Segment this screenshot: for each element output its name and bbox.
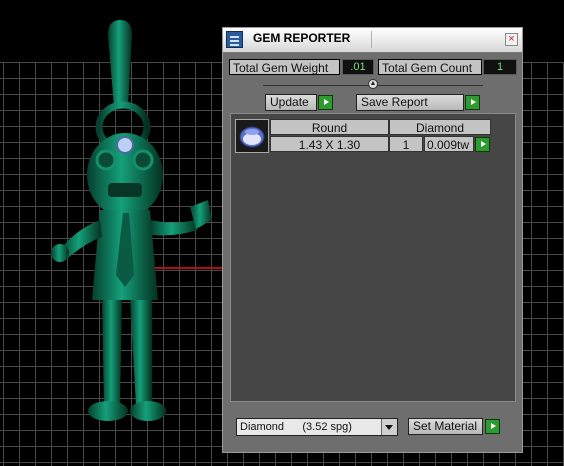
- play-arrow-icon[interactable]: [318, 95, 333, 110]
- gem-size: 1.43 X 1.30: [270, 136, 389, 152]
- total-gem-weight-label: Total Gem Weight: [229, 59, 340, 75]
- title-bar[interactable]: GEM REPORTER ×: [223, 28, 522, 53]
- slider-thumb[interactable]: ▲: [368, 79, 378, 89]
- save-report-button[interactable]: Save Report: [356, 94, 464, 111]
- column-header-diamond: Diamond: [389, 119, 491, 135]
- material-dropdown[interactable]: Diamond (3.52 spg): [236, 418, 398, 436]
- gem-reporter-panel: GEM REPORTER × Total Gem Weight .01 Tota…: [222, 27, 523, 453]
- chevron-down-icon[interactable]: [381, 419, 397, 435]
- play-arrow-icon[interactable]: [485, 419, 500, 434]
- set-material-button[interactable]: Set Material: [408, 418, 483, 435]
- column-header-round: Round: [270, 119, 389, 135]
- round-gem-icon: [235, 119, 269, 153]
- update-button[interactable]: Update: [265, 94, 317, 111]
- gem-weight: 0.009tw: [424, 136, 474, 152]
- report-icon: [226, 31, 243, 48]
- play-arrow-icon[interactable]: [465, 95, 480, 110]
- total-gem-count-value: 1: [483, 59, 517, 75]
- material-selected: Diamond (3.52 spg): [240, 421, 352, 433]
- gem-count: 1: [389, 136, 423, 152]
- play-arrow-icon[interactable]: [475, 137, 490, 152]
- total-gem-count-label: Total Gem Count: [378, 59, 482, 75]
- gem-list: Round Diamond 1.43 X 1.30 1 0.009tw: [230, 113, 516, 402]
- close-icon[interactable]: ×: [505, 33, 518, 46]
- pendant-model[interactable]: [30, 15, 230, 435]
- total-gem-weight-value: .01: [342, 59, 374, 75]
- title-separator: [371, 31, 372, 48]
- panel-title: GEM REPORTER: [253, 31, 351, 45]
